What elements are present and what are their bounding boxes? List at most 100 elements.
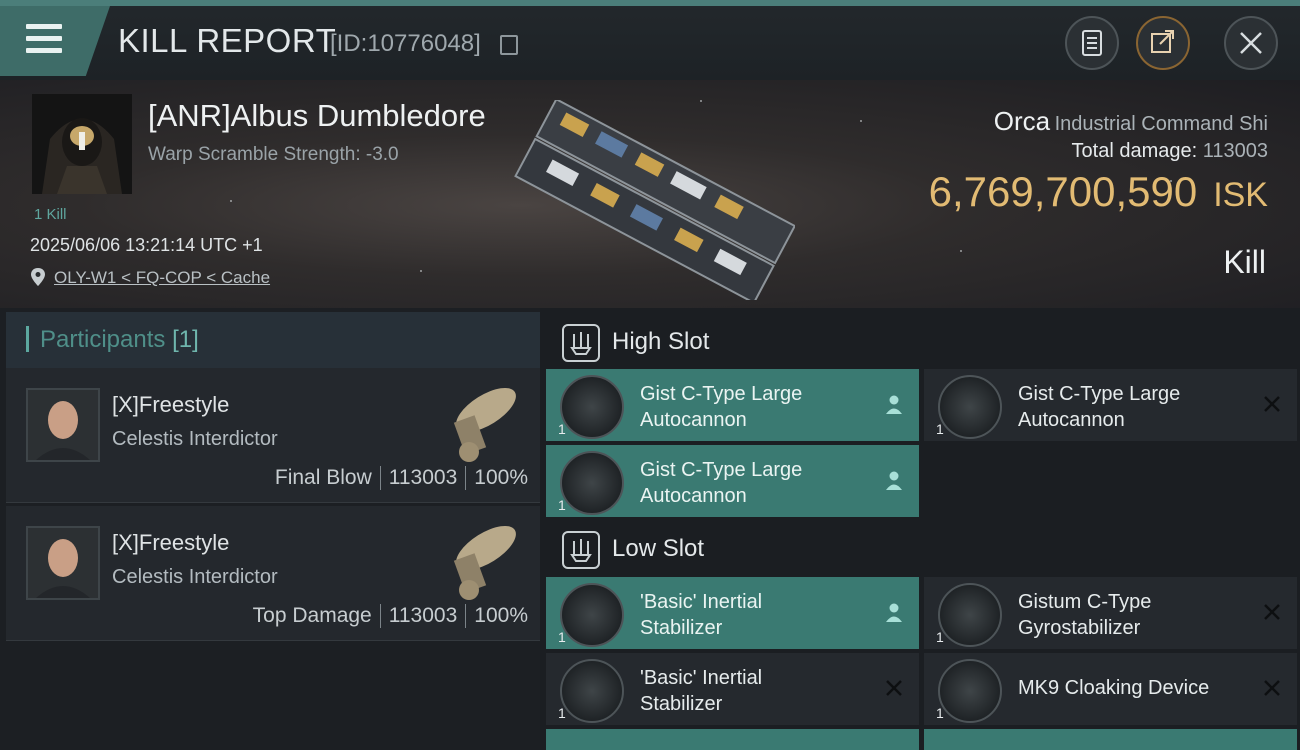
- low-slot-title: Low Slot: [612, 535, 705, 562]
- page-title: KILL REPORT: [118, 22, 337, 59]
- participant-damage: 113003: [388, 604, 458, 627]
- module-card[interactable]: 1 'Basic' Inertial Stabilizer: [546, 577, 919, 649]
- warp-scramble-strength: Warp Scramble Strength: -3.0: [148, 144, 399, 165]
- low-slot-header: Low Slot: [546, 519, 1300, 579]
- module-quantity: 1: [558, 421, 566, 437]
- participant-name: [X]Freestyle: [112, 392, 230, 417]
- participant-ship: Celestis Interdictor: [112, 566, 278, 588]
- module-name: 'Basic' Inertial Stabilizer: [640, 589, 870, 641]
- victim-avatar[interactable]: [32, 94, 132, 194]
- high-slot-header: High Slot: [546, 312, 1300, 372]
- autocannon-icon: [560, 375, 624, 439]
- participants-count: [1]: [172, 326, 199, 353]
- victim-name[interactable]: [ANR]Albus Dumbledore: [148, 98, 486, 134]
- module-quantity: 1: [558, 705, 566, 721]
- module-quantity: 1: [558, 497, 566, 513]
- module-name: 'Basic' Inertial Stabilizer: [640, 665, 870, 717]
- ship-name[interactable]: Orca Industrial Command Shi: [930, 106, 1268, 137]
- module-name: Gist C-Type Large Autocannon: [640, 457, 870, 509]
- close-x-icon: [886, 680, 902, 696]
- module-name: Gist C-Type Large Autocannon: [1018, 381, 1248, 433]
- participant-percent: 100%: [474, 466, 528, 489]
- participant-row[interactable]: [X]Freestyle Celestis Interdictor Final …: [6, 368, 540, 503]
- copy-icon[interactable]: [500, 35, 518, 55]
- close-icon: [1240, 32, 1262, 54]
- module-quantity: 1: [558, 629, 566, 645]
- clipboard-button[interactable]: [1065, 16, 1119, 70]
- participants-title: Participants: [40, 326, 166, 353]
- module-quantity: 1: [936, 705, 944, 721]
- close-x-icon: [1264, 604, 1280, 620]
- autocannon-icon: [560, 451, 624, 515]
- ship-class: Industrial Command Shi: [1054, 113, 1268, 135]
- kill-count: 1 Kill: [34, 206, 67, 223]
- location-link[interactable]: OLY-W1 < FQ-COP < Cache: [54, 268, 270, 288]
- result-label: Kill: [1223, 244, 1266, 280]
- close-x-icon: [1264, 680, 1280, 696]
- module-quantity: 1: [936, 421, 944, 437]
- isk-unit: ISK: [1213, 176, 1268, 214]
- module-card[interactable]: 1 MK9 Cloaking Device: [924, 653, 1297, 725]
- module-card-partial[interactable]: [546, 729, 919, 750]
- module-name-line2: Stabilizer: [640, 693, 723, 715]
- person-icon: [886, 395, 902, 414]
- share-button[interactable]: [1136, 16, 1190, 70]
- module-name-line1: Gistum C-Type: [1018, 591, 1152, 613]
- inertial-stabilizer-icon: [560, 583, 624, 647]
- module-name-line2: Autocannon: [1018, 409, 1125, 431]
- module-name: MK9 Cloaking Device: [1018, 675, 1248, 701]
- module-card[interactable]: 1 Gist C-Type Large Autocannon: [924, 369, 1297, 441]
- total-damage-value: 113003: [1202, 140, 1268, 162]
- low-slot-icon: [562, 531, 600, 569]
- module-card-partial[interactable]: [924, 729, 1297, 750]
- person-icon: [886, 471, 902, 490]
- close-button[interactable]: [1224, 16, 1278, 70]
- module-name-line2: Gyrostabilizer: [1018, 617, 1141, 639]
- participant-ship-icon: [453, 525, 516, 600]
- location-pin-icon: [31, 268, 45, 286]
- tab-indicator: [26, 326, 29, 352]
- module-quantity: 1: [936, 629, 944, 645]
- module-name-line1: Gist C-Type Large: [1018, 383, 1181, 405]
- module-name-line1: 'Basic' Inertial: [640, 591, 763, 613]
- high-slot-icon: [562, 324, 600, 362]
- participant-row[interactable]: [X]Freestyle Celestis Interdictor Top Da…: [6, 506, 540, 641]
- clipboard-icon: [1082, 30, 1102, 56]
- module-name-line2: Autocannon: [640, 409, 747, 431]
- participant-damage: 113003: [388, 466, 458, 489]
- module-name: Gistum C-Type Gyrostabilizer: [1018, 589, 1248, 641]
- participants-tab[interactable]: Participants [1]: [6, 312, 540, 368]
- kill-timestamp: 2025/06/06 13:21:14 UTC +1: [30, 235, 263, 255]
- participant-stats: Final Blow 113003 100%: [274, 466, 528, 491]
- participant-avatar: [26, 526, 100, 600]
- module-card[interactable]: 1 Gist C-Type Large Autocannon: [546, 445, 919, 517]
- total-damage-label: Total damage:: [1071, 140, 1198, 162]
- participant-stats: Top Damage 113003 100%: [252, 604, 528, 629]
- autocannon-icon: [938, 375, 1002, 439]
- participant-ship: Celestis Interdictor: [112, 428, 278, 450]
- cloaking-device-icon: [938, 659, 1002, 723]
- close-x-icon: [1264, 396, 1280, 412]
- share-icon: [1151, 30, 1174, 53]
- ship-image: [514, 100, 795, 300]
- participant-percent: 100%: [474, 604, 528, 627]
- isk-value-line: 6,769,700,590 ISK: [850, 168, 1268, 216]
- participant-role: Top Damage: [252, 604, 372, 627]
- inertial-stabilizer-icon: [560, 659, 624, 723]
- module-card[interactable]: 1 'Basic' Inertial Stabilizer: [546, 653, 919, 725]
- gyrostabilizer-icon: [938, 583, 1002, 647]
- isk-value: 6,769,700,590: [928, 168, 1198, 215]
- module-name-line1: 'Basic' Inertial: [640, 667, 763, 689]
- ship-type: Orca: [993, 106, 1051, 136]
- module-name-line1: Gist C-Type Large: [640, 459, 803, 481]
- module-name-line2: Stabilizer: [640, 617, 723, 639]
- module-card[interactable]: 1 Gistum C-Type Gyrostabilizer: [924, 577, 1297, 649]
- module-name-line1: Gist C-Type Large: [640, 383, 803, 405]
- participant-role: Final Blow: [274, 466, 372, 489]
- high-slot-title: High Slot: [612, 328, 710, 355]
- participant-name: [X]Freestyle: [112, 530, 230, 555]
- header-accent-line: [0, 0, 1300, 6]
- module-name-line2: Autocannon: [640, 485, 747, 507]
- participant-ship-icon: [453, 387, 516, 462]
- module-card[interactable]: 1 Gist C-Type Large Autocannon: [546, 369, 919, 441]
